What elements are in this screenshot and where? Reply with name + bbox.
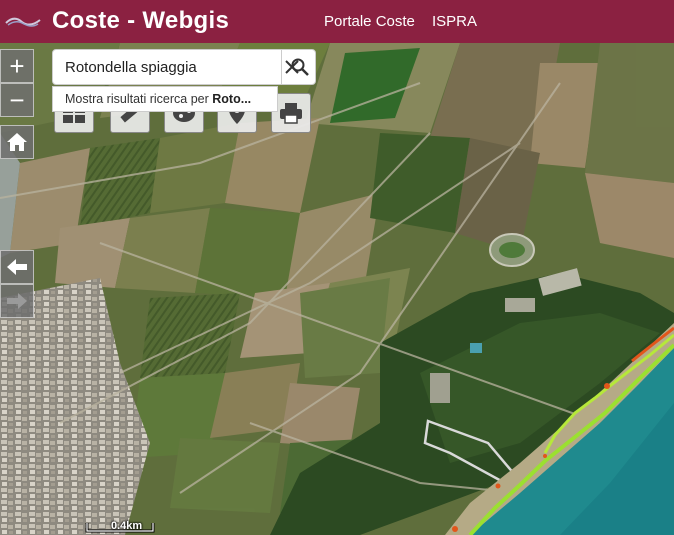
search-icon <box>291 58 309 76</box>
arrow-left-icon <box>7 259 27 275</box>
map-imagery[interactable] <box>0 43 674 535</box>
app-title: Coste - Webgis <box>52 7 230 34</box>
suggestion-term: Roto... <box>212 92 252 106</box>
previous-extent-button[interactable] <box>0 250 34 284</box>
ispra-logo-icon[interactable] <box>4 13 42 29</box>
search-suggestion[interactable]: Mostra risultati ricerca per Roto... <box>52 86 278 112</box>
home-icon <box>7 133 27 151</box>
arrow-right-icon <box>7 293 27 309</box>
home-button[interactable] <box>0 125 34 159</box>
printer-icon <box>280 103 302 124</box>
satellite-map[interactable] <box>0 43 674 535</box>
suggestion-prefix: Mostra risultati ricerca per <box>65 92 213 106</box>
zoom-in-button[interactable]: + <box>0 49 34 83</box>
zoom-out-button[interactable]: − <box>0 83 34 117</box>
search-box <box>52 49 316 85</box>
minus-icon: − <box>9 85 25 115</box>
search-input[interactable] <box>53 50 273 84</box>
nav-link-ispra[interactable]: ISPRA <box>432 13 477 30</box>
search-button[interactable] <box>281 50 318 84</box>
next-extent-button[interactable] <box>0 284 34 318</box>
plus-icon: + <box>9 51 25 81</box>
nav-link-portale-coste[interactable]: Portale Coste <box>324 13 415 30</box>
scale-bar-label: 0.4km <box>111 520 143 532</box>
app-header: Coste - Webgis Portale Coste ISPRA <box>0 0 674 43</box>
